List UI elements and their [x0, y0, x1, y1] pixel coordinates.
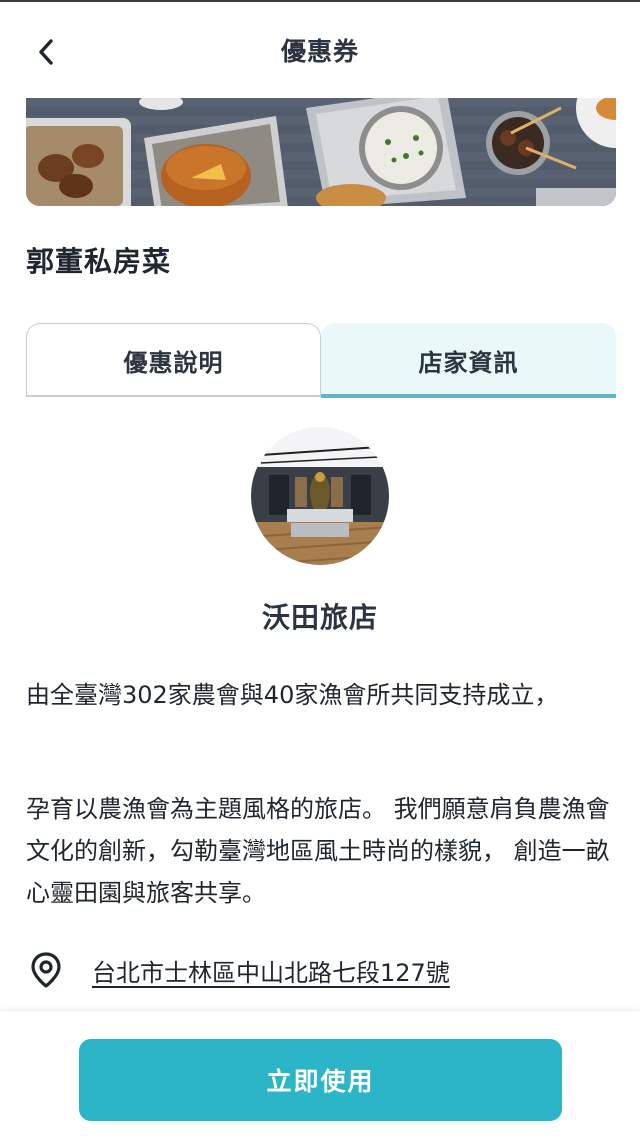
tab-offer-description[interactable]: 優惠說明 — [26, 323, 321, 397]
active-tab-indicator — [321, 394, 616, 398]
shop-avatar — [251, 427, 389, 565]
address-row: 台北市士林區中山北路七段127號 — [26, 947, 616, 993]
header-bar: 優惠券 — [0, 2, 640, 98]
footer-bar: 立即使用 — [0, 1010, 640, 1146]
address-link[interactable]: 台北市士林區中山北路七段127號 — [92, 953, 450, 988]
shop-description-1: 由全臺灣302家農會與40家漁會所共同支持成立， — [26, 681, 559, 709]
store-banner-image — [26, 98, 616, 206]
tab-label: 店家資訊 — [418, 348, 519, 377]
store-title: 郭董私房菜 — [26, 245, 172, 278]
tab-bar: 優惠說明 店家資訊 — [26, 323, 616, 398]
use-now-button[interactable]: 立即使用 — [79, 1039, 562, 1121]
shop-name: 沃田旅店 — [261, 601, 378, 634]
shop-description-2: 孕育以農漁會為主題風格的旅店。 我們願意肩負農漁會文化的創新，勾勒臺灣地區風土時… — [26, 795, 610, 907]
location-pin-icon — [26, 950, 66, 990]
tab-label: 優惠說明 — [123, 349, 224, 377]
page-title: 優惠券 — [280, 37, 359, 66]
tab-store-info[interactable]: 店家資訊 — [321, 323, 616, 397]
